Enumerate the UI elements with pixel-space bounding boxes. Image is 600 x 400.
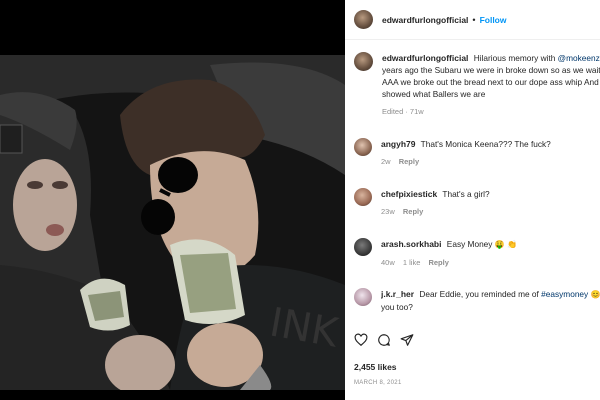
reply-button[interactable]: Reply bbox=[428, 258, 448, 267]
comment-body: j.k.r_her Dear Eddie, you reminded me of… bbox=[381, 288, 600, 313]
caption-entry: edwardfurlongofficial Hilarious memory w… bbox=[354, 52, 600, 118]
comment-body: chefpixiestick That's a girl? 23w Reply bbox=[381, 188, 600, 218]
caption-text-line3: AAA we broke out the bread next to our d… bbox=[382, 77, 599, 87]
author-username[interactable]: edwardfurlongofficial bbox=[382, 15, 468, 25]
comment-emoji: 🤑 👏 bbox=[494, 240, 517, 249]
comment-text: That's a girl? bbox=[442, 189, 490, 199]
comment-time: 23w bbox=[381, 207, 395, 216]
comment-avatar[interactable] bbox=[354, 188, 372, 206]
comment-username[interactable]: chefpixiestick bbox=[381, 189, 437, 199]
comment-item: chefpixiestick That's a girl? 23w Reply bbox=[354, 188, 600, 218]
action-bar bbox=[354, 333, 414, 347]
comment-username[interactable]: angyh79 bbox=[381, 139, 416, 149]
heart-icon[interactable] bbox=[354, 333, 368, 347]
reply-button[interactable]: Reply bbox=[399, 157, 419, 166]
comments-list[interactable]: edwardfurlongofficial Hilarious memory w… bbox=[345, 45, 600, 327]
comment-text: Dear Eddie, you reminded me of bbox=[419, 289, 539, 299]
comment-item: arash.sorkhabi Easy Money 🤑 👏 40w 1 like… bbox=[354, 238, 600, 269]
comment-likes[interactable]: 1 like bbox=[403, 258, 421, 267]
post-side-panel: edwardfurlongofficial • Follow edwardfur… bbox=[345, 0, 600, 400]
paper-plane-icon[interactable] bbox=[400, 333, 414, 347]
comment-username[interactable]: j.k.r_her bbox=[381, 289, 414, 299]
header-separator: • bbox=[472, 14, 476, 25]
media-pane: INK bbox=[0, 0, 345, 400]
comment-body: angyh79 That's Monica Keena??? The fuck?… bbox=[381, 138, 600, 168]
comment-item: j.k.r_her Dear Eddie, you reminded me of… bbox=[354, 288, 600, 313]
comment-item: angyh79 That's Monica Keena??? The fuck?… bbox=[354, 138, 600, 168]
post-photo[interactable]: INK bbox=[0, 55, 345, 390]
comment-username[interactable]: arash.sorkhabi bbox=[381, 239, 441, 249]
caption-text-line2: years ago the Subaru we were in broke do… bbox=[382, 65, 600, 75]
comment-meta: 40w 1 like Reply bbox=[381, 257, 600, 269]
follow-button[interactable]: Follow bbox=[480, 15, 507, 25]
caption-username[interactable]: edwardfurlongofficial bbox=[382, 53, 468, 63]
comment-body: arash.sorkhabi Easy Money 🤑 👏 40w 1 like… bbox=[381, 238, 600, 269]
reply-button[interactable]: Reply bbox=[403, 207, 423, 216]
caption-body: edwardfurlongofficial Hilarious memory w… bbox=[382, 52, 600, 118]
comment-emoji: 😊 bbox=[590, 290, 600, 299]
comment-time: 40w bbox=[381, 258, 395, 267]
caption-avatar[interactable] bbox=[354, 52, 373, 71]
comment-meta: 2w Reply bbox=[381, 156, 600, 168]
comment-icon[interactable] bbox=[377, 333, 391, 347]
post-date: MARCH 8, 2021 bbox=[354, 380, 402, 386]
comment-hashtag[interactable]: #easymoney bbox=[541, 289, 588, 299]
comment-text-line2: you too? bbox=[381, 302, 413, 312]
comment-meta: 23w Reply bbox=[381, 206, 600, 218]
comment-avatar[interactable] bbox=[354, 238, 372, 256]
caption-text-line4: showed what Ballers we are bbox=[382, 89, 486, 99]
comment-avatar[interactable] bbox=[354, 288, 372, 306]
comment-avatar[interactable] bbox=[354, 138, 372, 156]
author-avatar[interactable] bbox=[354, 10, 373, 29]
caption-mention[interactable]: @mokeenz bbox=[558, 53, 600, 63]
photo-illustration: INK bbox=[0, 55, 345, 390]
comment-text: That's Monica Keena??? The fuck? bbox=[420, 139, 551, 149]
post-header: edwardfurlongofficial • Follow bbox=[345, 0, 600, 40]
likes-count[interactable]: 2,455 likes bbox=[354, 362, 397, 372]
comment-text: Easy Money bbox=[446, 239, 493, 249]
caption-text-line1: Hilarious memory with bbox=[473, 53, 556, 63]
comment-time: 2w bbox=[381, 157, 391, 166]
caption-meta: Edited · 71w bbox=[382, 107, 424, 116]
